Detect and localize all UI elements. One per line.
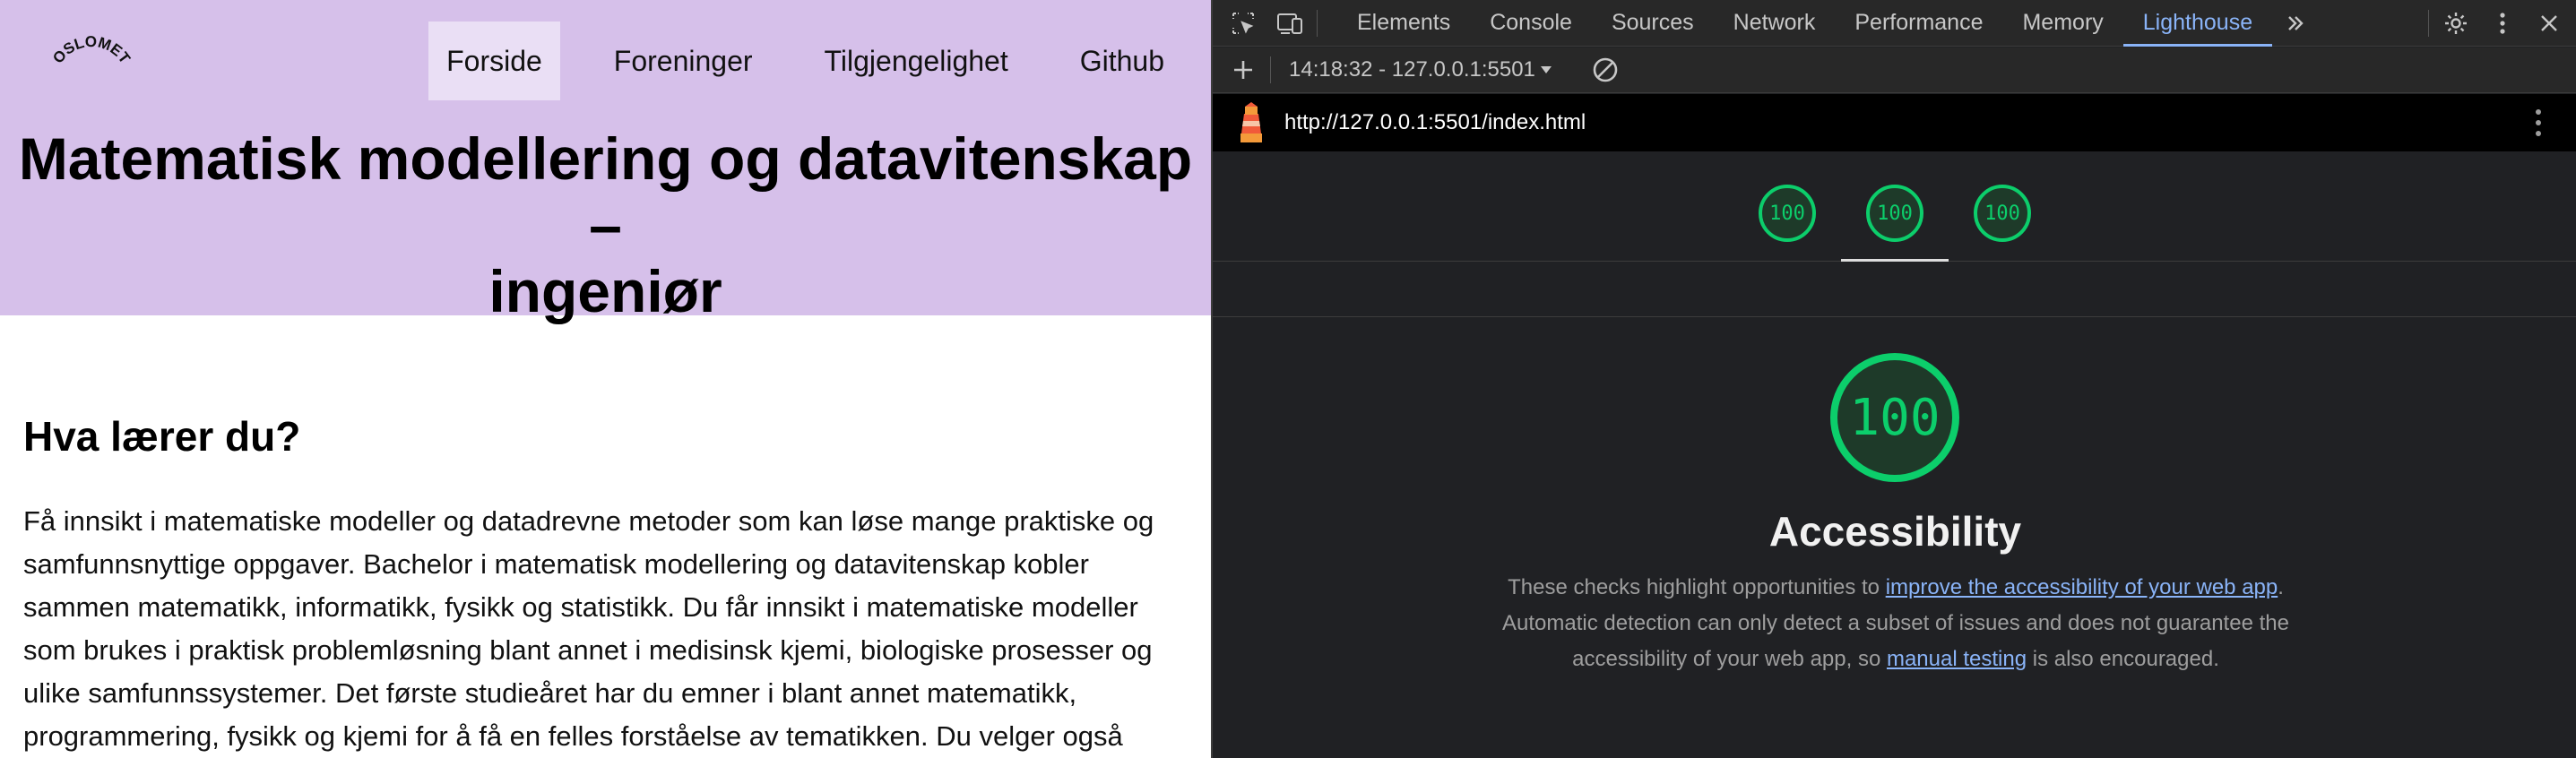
score-gauge-accessibility[interactable]: 100	[1865, 184, 1924, 243]
desc-text-3: is also encouraged.	[2027, 647, 2219, 671]
devtools-panel: Elements Console Sources Network Perform…	[1211, 0, 2576, 758]
devtools-right-controls	[2425, 0, 2576, 47]
page-title-line1: Matematisk modellering og datavitenskap …	[18, 125, 1193, 258]
category-score-gauge: 100	[1828, 351, 1961, 484]
score-value: 100	[1984, 202, 2020, 225]
tab-network[interactable]: Network	[1714, 0, 1836, 47]
report-session-select[interactable]: 14:18:32 - 127.0.0.1:5501	[1289, 57, 1535, 82]
svg-text:OSLOMET: OSLOMET	[49, 36, 134, 67]
tab-console[interactable]: Console	[1470, 0, 1592, 47]
score-gauges-strip: 100 100 100	[1213, 151, 2576, 262]
toolbar-separator	[1270, 56, 1271, 83]
clear-icon[interactable]	[1591, 56, 1620, 84]
category-score-value: 100	[1849, 388, 1941, 447]
right-separator	[2428, 10, 2429, 37]
gear-icon[interactable]	[2433, 0, 2479, 47]
chevron-down-icon[interactable]	[1539, 63, 1553, 77]
site-main: Hva lærer du? Få innsikt i matematiske m…	[23, 412, 1189, 758]
category-description: These checks highlight opportunities to …	[1501, 570, 2290, 677]
report-url: http://127.0.0.1:5501/index.html	[1284, 110, 1586, 134]
device-toolbar-icon[interactable]	[1266, 0, 1313, 47]
nav-forside[interactable]: Forside	[428, 22, 560, 100]
tab-performance[interactable]: Performance	[1835, 0, 2002, 47]
manual-testing-link[interactable]: manual testing	[1887, 647, 2027, 671]
kebab-menu-icon[interactable]	[2479, 0, 2526, 47]
page-title-line2: ingeniør	[488, 258, 722, 324]
lighthouse-icon	[1236, 101, 1266, 144]
report-url-bar: http://127.0.0.1:5501/index.html	[1213, 94, 2576, 151]
devtools-tabbar: Elements Console Sources Network Perform…	[1213, 0, 2576, 47]
plus-icon[interactable]	[1220, 47, 1266, 93]
section-heading: Hva lærer du?	[23, 413, 301, 460]
nav-github[interactable]: Github	[1062, 22, 1182, 100]
score-gauge-performance[interactable]: 100	[1758, 184, 1817, 243]
score-gauge-best-practices[interactable]: 100	[1973, 184, 2032, 243]
close-icon[interactable]	[2526, 0, 2572, 47]
tab-memory[interactable]: Memory	[2002, 0, 2122, 47]
inspect-element-icon[interactable]	[1220, 0, 1266, 47]
desc-text-1: These checks highlight opportunities to	[1508, 575, 1886, 599]
lighthouse-toolbar: 14:18:32 - 127.0.0.1:5501	[1213, 47, 2576, 93]
category-title: Accessibility	[1768, 508, 2022, 555]
nav-tilgjengelighet[interactable]: Tilgjengelighet	[807, 22, 1026, 100]
tabbar-separator	[1317, 9, 1318, 37]
site-header: OSLOMET Forside Foreninger Tilgjengeligh…	[0, 0, 1211, 324]
section-paragraph: Få innsikt i matematiske modeller og dat…	[23, 505, 1154, 752]
oslomet-logo[interactable]: OSLOMET	[45, 33, 143, 108]
page-title: Matematisk modellering og datavitenskap …	[0, 125, 1211, 324]
score-value: 100	[1769, 202, 1805, 225]
url-kebab-menu-icon[interactable]	[2535, 107, 2542, 143]
score-value: 100	[1877, 202, 1913, 225]
tab-elements[interactable]: Elements	[1337, 0, 1470, 47]
report-sub-toolbar	[1213, 262, 2576, 317]
chevron-double-right-icon[interactable]	[2272, 0, 2319, 47]
nav-foreninger[interactable]: Foreninger	[596, 22, 771, 100]
website-viewport: OSLOMET Forside Foreninger Tilgjengeligh…	[0, 0, 1211, 758]
logo-text: OSLOMET	[49, 33, 134, 67]
tab-sources[interactable]: Sources	[1592, 0, 1714, 47]
tab-lighthouse[interactable]: Lighthouse	[2122, 0, 2273, 47]
improve-accessibility-link[interactable]: improve the accessibility of your web ap…	[1886, 575, 2278, 599]
main-nav: Forside Foreninger Tilgjengelighet Githu…	[393, 22, 1182, 100]
